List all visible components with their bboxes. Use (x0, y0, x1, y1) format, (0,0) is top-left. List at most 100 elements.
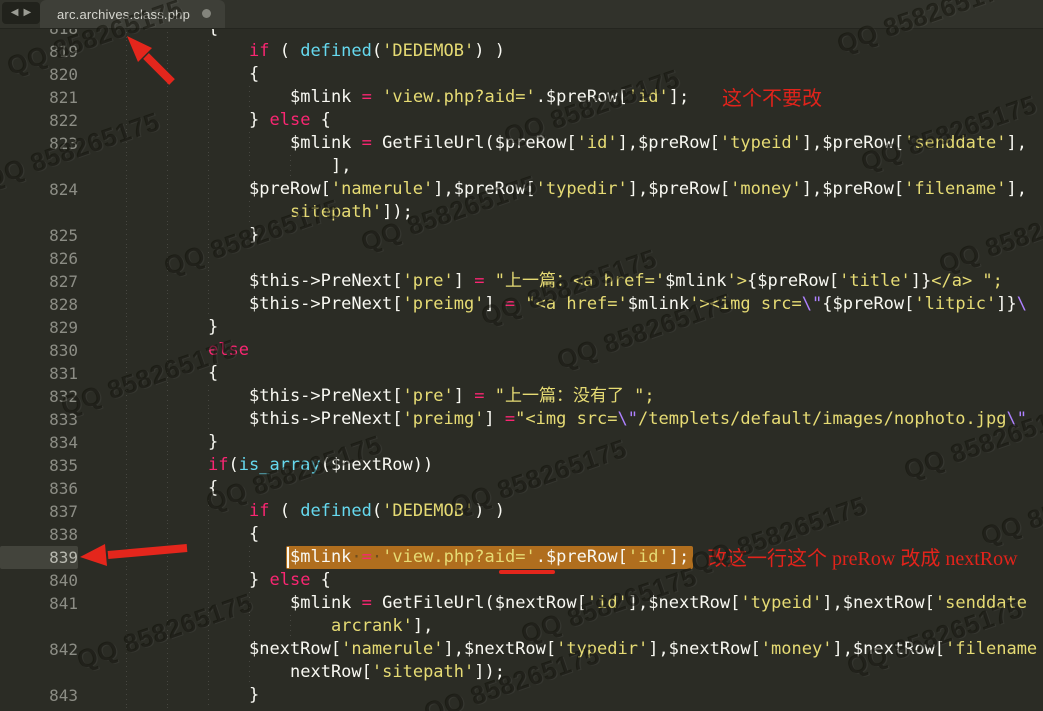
code-line[interactable]: 820{ (0, 63, 1043, 86)
code-line[interactable]: 841$mlink = GetFileUrl($nextRow['id'],$n… (0, 592, 1043, 615)
line-number[interactable]: 826 (0, 247, 78, 270)
code-line[interactable]: 825} (0, 224, 1043, 247)
nav-back-icon[interactable]: ◀ (11, 8, 19, 18)
code-text: ], (331, 155, 351, 178)
code-text: nextRow['sitepath']); (290, 661, 505, 684)
code-line[interactable]: 831 { (0, 362, 1043, 385)
code-text: $this->PreNext['pre'] = "上一篇：<a href='$m… (249, 270, 1003, 293)
code-line[interactable]: 822} else { (0, 109, 1043, 132)
code-line[interactable]: 837if ( defined('DEDEMOB') ) (0, 500, 1043, 523)
indent-guide (208, 293, 209, 316)
line-number[interactable] (0, 201, 78, 224)
line-number[interactable]: 840 (0, 569, 78, 592)
code-line[interactable]: 844 (0, 707, 1043, 711)
line-number[interactable]: 842 (0, 638, 78, 661)
indent-guide (126, 431, 127, 454)
line-number[interactable]: 831 (0, 362, 78, 385)
line-number[interactable] (0, 155, 78, 178)
tab-nav-group: ◀ ▶ (2, 2, 40, 24)
indent-guide (249, 615, 250, 638)
code-text: $this->PreNext['preimg'] ="<img src=\"/t… (249, 408, 1027, 431)
line-number[interactable]: 832 (0, 385, 78, 408)
code-text: if ( defined('DEDEMOB') ) (249, 40, 505, 63)
tab-arc-archives-class-php[interactable]: arc.archives.class.php (40, 0, 225, 28)
indent-guide (167, 454, 168, 477)
indent-guide (126, 362, 127, 385)
line-number[interactable]: 835 (0, 454, 78, 477)
indent-guide (167, 408, 168, 431)
code-line[interactable]: 826 (0, 247, 1043, 270)
line-number[interactable]: 833 (0, 408, 78, 431)
code-text: if(is_array($nextRow)) (208, 454, 433, 477)
indent-guide (249, 592, 250, 615)
line-number[interactable]: 821 (0, 86, 78, 109)
line-number[interactable]: 824 (0, 178, 78, 201)
indent-guide (167, 316, 168, 339)
indent-guide (126, 316, 127, 339)
line-number[interactable]: 843 (0, 684, 78, 707)
code-line[interactable]: 827 $this->PreNext['pre'] = "上一篇：<a href=… (0, 270, 1043, 293)
code-text: $mlink = GetFileUrl($preRow['id'],$preRo… (290, 132, 1027, 155)
nav-forward-icon[interactable]: ▶ (24, 8, 32, 18)
code-line[interactable]: nextRow['sitepath']); (0, 661, 1043, 684)
line-number[interactable]: 844 (0, 707, 78, 711)
code-line[interactable]: 823 $mlink = GetFileUrl($preRow['id'],$pr… (0, 132, 1043, 155)
code-line[interactable]: 828$this->PreNext['preimg'] = "<a href='… (0, 293, 1043, 316)
code-line[interactable]: 840} else { (0, 569, 1043, 592)
indent-guide (126, 500, 127, 523)
line-number[interactable]: 827 (0, 270, 78, 293)
line-number[interactable] (0, 615, 78, 638)
line-number[interactable]: 819 (0, 40, 78, 63)
code-line[interactable]: 829} (0, 316, 1043, 339)
text-caret (287, 547, 289, 568)
code-line[interactable]: arcrank'], (0, 615, 1043, 638)
indent-guide (249, 546, 250, 569)
indent-guide (126, 592, 127, 615)
line-number[interactable]: 822 (0, 109, 78, 132)
code-text: $preRow['namerule'],$preRow['typedir'],$… (249, 178, 1027, 201)
line-number[interactable]: 825 (0, 224, 78, 247)
indent-guide (167, 638, 168, 661)
indent-guide (208, 408, 209, 431)
code-line[interactable]: 834} (0, 431, 1043, 454)
code-line[interactable]: sitepath']); (0, 201, 1043, 224)
line-number[interactable]: 829 (0, 316, 78, 339)
indent-guide (126, 201, 127, 224)
line-number[interactable]: 830 (0, 339, 78, 362)
line-number[interactable]: 834 (0, 431, 78, 454)
code-line[interactable]: 832$this->PreNext['pre'] = "上一篇：没有了 "; (0, 385, 1043, 408)
line-number[interactable]: 838 (0, 523, 78, 546)
code-text: $nextRow['namerule'],$nextRow['typedir']… (249, 638, 1037, 661)
code-line[interactable]: 835 if(is_array($nextRow)) (0, 454, 1043, 477)
indent-guide (126, 477, 127, 500)
indent-guide (290, 615, 291, 638)
indent-guide (126, 408, 127, 431)
indent-guide (208, 569, 209, 592)
line-number[interactable]: 837 (0, 500, 78, 523)
indent-guide (126, 109, 127, 132)
indent-guide (208, 500, 209, 523)
code-text: { (208, 362, 218, 385)
line-number[interactable] (0, 661, 78, 684)
line-number[interactable]: 839 (0, 546, 78, 569)
code-line[interactable]: 830else (0, 339, 1043, 362)
line-number[interactable]: 823 (0, 132, 78, 155)
code-text: } (249, 224, 259, 247)
code-area[interactable]: 818{819if ( defined('DEDEMOB') )820{821$… (0, 0, 1043, 711)
code-line[interactable]: 836{ (0, 477, 1043, 500)
line-number[interactable]: 828 (0, 293, 78, 316)
code-line[interactable]: 833 $this->PreNext['preimg'] ="<img src=\… (0, 408, 1043, 431)
code-line[interactable]: 824 $preRow['namerule'],$preRow['typedir'… (0, 178, 1043, 201)
indent-guide (167, 63, 168, 86)
code-line[interactable]: 821$mlink = 'view.php?aid='.$preRow['id'… (0, 86, 1043, 109)
line-number[interactable]: 836 (0, 477, 78, 500)
code-line[interactable]: 819 if ( defined('DEDEMOB') ) (0, 40, 1043, 63)
code-line[interactable]: 842 $nextRow['namerule'],$nextRow['typedi… (0, 638, 1043, 661)
indent-guide (126, 63, 127, 86)
line-number[interactable]: 841 (0, 592, 78, 615)
indent-guide (167, 569, 168, 592)
indent-guide (249, 201, 250, 224)
code-line[interactable]: 843} (0, 684, 1043, 707)
line-number[interactable]: 820 (0, 63, 78, 86)
code-line[interactable]: ], (0, 155, 1043, 178)
